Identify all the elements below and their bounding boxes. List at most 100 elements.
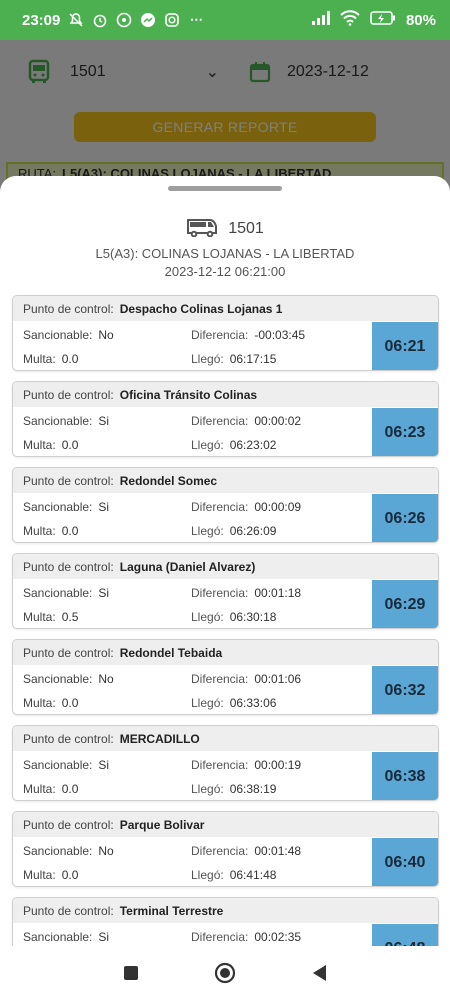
system-nav-bar	[0, 946, 450, 1000]
control-point-card[interactable]: Punto de control: MERCADILLO Sancionable…	[12, 725, 439, 801]
arrived-label: Llegó:	[191, 610, 224, 624]
difference-value: -00:03:45	[254, 328, 306, 342]
sanctionable-value: No	[98, 672, 114, 686]
home-button[interactable]	[213, 961, 237, 985]
control-point-card[interactable]: Punto de control: Despacho Colinas Lojan…	[12, 295, 439, 371]
fine-label: Multa:	[23, 782, 56, 796]
control-point-label: Punto de control:	[23, 645, 114, 660]
sanctionable-row: Sancionable: Si	[23, 930, 109, 944]
card-header: Punto de control: Redondel Somec	[13, 468, 438, 493]
arrived-value: 06:41:48	[229, 868, 277, 882]
difference-label: Diferencia:	[191, 844, 249, 858]
difference-label: Diferencia:	[191, 586, 249, 600]
sanctionable-value: Si	[98, 500, 110, 514]
control-point-label: Punto de control:	[23, 903, 114, 918]
control-point-name: Oficina Tránsito Colinas	[119, 387, 258, 402]
sanctionable-value: Si	[98, 586, 110, 600]
scheduled-time-badge: 06:48	[372, 924, 438, 946]
difference-value: 00:00:09	[254, 500, 302, 514]
sanctionable-row: Sancionable: No	[23, 328, 114, 342]
arrived-label: Llegó:	[191, 352, 224, 366]
difference-value: 00:01:18	[254, 586, 302, 600]
fine-value: 0.5	[61, 610, 79, 624]
fine-row: Multa: 0.0	[23, 524, 78, 538]
control-point-label: Punto de control:	[23, 473, 114, 488]
card-header: Punto de control: Oficina Tránsito Colin…	[13, 382, 438, 407]
difference-label: Diferencia:	[191, 672, 249, 686]
recent-apps-button[interactable]	[119, 961, 143, 985]
fine-row: Multa: 0.0	[23, 782, 78, 796]
card-header: Punto de control: Despacho Colinas Lojan…	[13, 296, 438, 321]
difference-value: 00:02:35	[254, 930, 302, 944]
difference-row: Diferencia: 00:00:19	[191, 758, 301, 772]
difference-label: Diferencia:	[191, 328, 249, 342]
control-points-sheet: 1501 L5(A3): COLINAS LOJANAS - LA LIBERT…	[0, 176, 450, 946]
sanctionable-row: Sancionable: Si	[23, 758, 109, 772]
fine-label: Multa:	[23, 524, 56, 538]
sanctionable-value: No	[98, 844, 114, 858]
arrived-value: 06:26:09	[229, 524, 277, 538]
sheet-drag-handle[interactable]	[168, 186, 282, 191]
arrived-label: Llegó:	[191, 782, 224, 796]
battery-icon	[370, 11, 396, 29]
fine-label: Multa:	[23, 610, 56, 624]
fine-row: Multa: 0.5	[23, 610, 78, 624]
scheduled-time-badge: 06:29	[372, 580, 438, 628]
scheduled-time-badge: 06:38	[372, 752, 438, 800]
difference-value: 00:00:02	[254, 414, 302, 428]
arrived-label: Llegó:	[191, 696, 224, 710]
fine-value: 0.0	[61, 782, 79, 796]
fine-row: Multa: 0.0	[23, 868, 78, 882]
sheet-route: L5(A3): COLINAS LOJANAS - LA LIBERTAD	[95, 246, 355, 261]
difference-row: Diferencia: 00:00:02	[191, 414, 301, 428]
control-point-card[interactable]: Punto de control: Parque Bolivar Sancion…	[12, 811, 439, 887]
fine-value: 0.0	[61, 868, 79, 882]
control-point-name: Redondel Somec	[119, 473, 218, 488]
back-button[interactable]	[307, 961, 331, 985]
fine-value: 0.0	[61, 438, 79, 452]
sanctionable-value: Si	[98, 414, 110, 428]
battery-percent: 80%	[405, 11, 436, 29]
control-point-card[interactable]: Punto de control: Terminal Terrestre San…	[12, 897, 439, 946]
arrived-value: 06:23:02	[229, 438, 277, 452]
status-bar: 23:09 ⋯ 80%	[0, 0, 450, 40]
control-point-label: Punto de control:	[23, 731, 114, 746]
sanctionable-row: Sancionable: Si	[23, 586, 109, 600]
arrived-value: 06:17:15	[229, 352, 277, 366]
control-point-label: Punto de control:	[23, 817, 114, 832]
difference-label: Diferencia:	[191, 414, 249, 428]
card-header: Punto de control: MERCADILLO	[13, 726, 438, 751]
arrived-row: Llegó: 06:38:19	[191, 782, 276, 796]
card-header: Punto de control: Laguna (Daniel Alvarez…	[13, 554, 438, 579]
sanctionable-row: Sancionable: Si	[23, 500, 109, 514]
control-point-card[interactable]: Punto de control: Redondel Tebaida Sanci…	[12, 639, 439, 715]
difference-value: 00:01:48	[254, 844, 302, 858]
scheduled-time-badge: 06:23	[372, 408, 438, 456]
control-point-name: MERCADILLO	[119, 731, 200, 746]
sheet-bus-number: 1501	[228, 220, 264, 237]
control-point-card[interactable]: Punto de control: Laguna (Daniel Alvarez…	[12, 553, 439, 629]
sanctionable-value: Si	[98, 930, 110, 944]
control-point-name: Terminal Terrestre	[119, 903, 224, 918]
control-point-card[interactable]: Punto de control: Redondel Somec Sancion…	[12, 467, 439, 543]
arrived-row: Llegó: 06:30:18	[191, 610, 276, 624]
sanctionable-label: Sancionable:	[23, 672, 93, 686]
sanctionable-row: Sancionable: Si	[23, 414, 109, 428]
fine-label: Multa:	[23, 438, 56, 452]
instagram-icon	[164, 12, 180, 28]
card-header: Punto de control: Parque Bolivar	[13, 812, 438, 837]
arrived-row: Llegó: 06:26:09	[191, 524, 276, 538]
fine-label: Multa:	[23, 868, 56, 882]
sanctionable-value: Si	[98, 758, 110, 772]
difference-value: 00:01:06	[254, 672, 302, 686]
sanctionable-label: Sancionable:	[23, 500, 93, 514]
arrived-row: Llegó: 06:41:48	[191, 868, 276, 882]
difference-row: Diferencia: -00:03:45	[191, 328, 305, 342]
wifi-icon	[340, 10, 360, 30]
control-point-card[interactable]: Punto de control: Oficina Tránsito Colin…	[12, 381, 439, 457]
sheet-header: 1501 L5(A3): COLINAS LOJANAS - LA LIBERT…	[0, 218, 450, 279]
arrived-label: Llegó:	[191, 524, 224, 538]
scheduled-time-badge: 06:32	[372, 666, 438, 714]
fine-label: Multa:	[23, 696, 56, 710]
difference-row: Diferencia: 00:01:06	[191, 672, 301, 686]
